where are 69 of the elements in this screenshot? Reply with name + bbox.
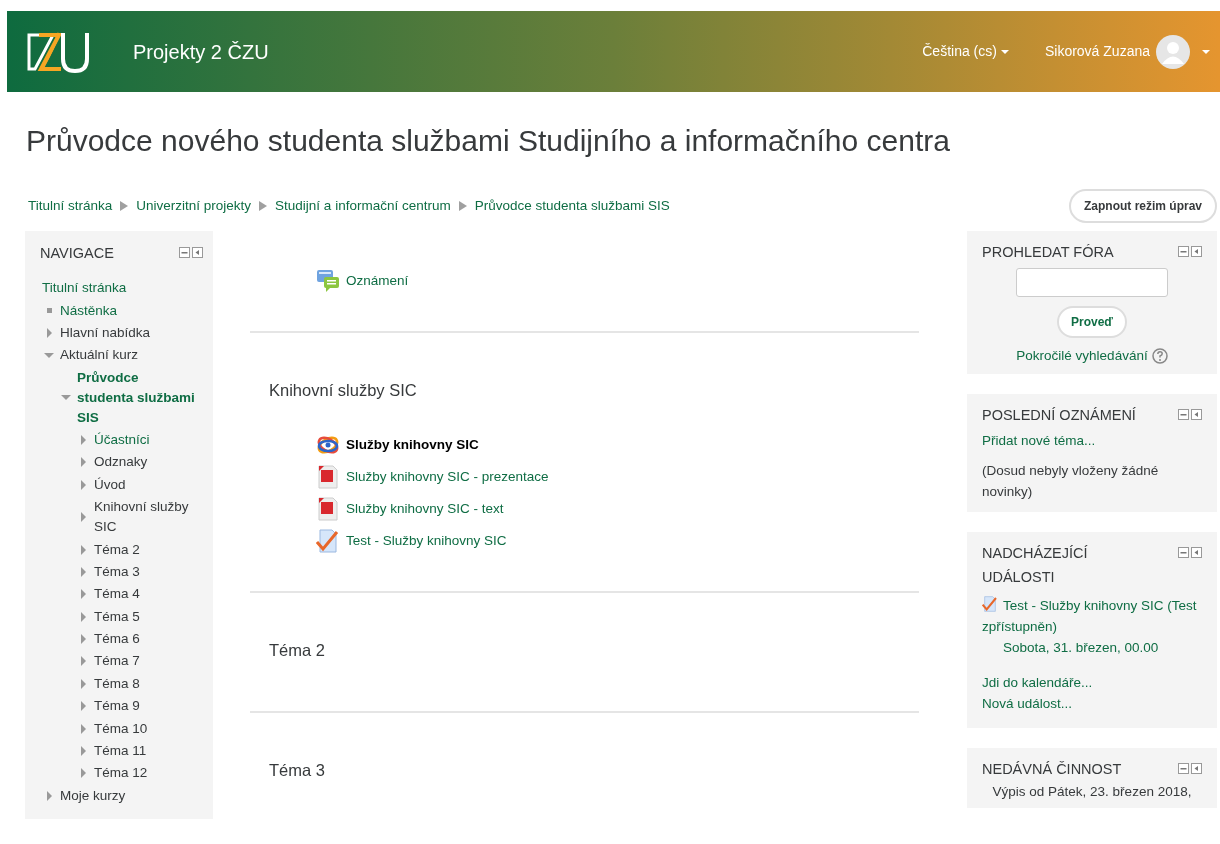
nav-item[interactable]: Téma 11 bbox=[94, 739, 147, 763]
block-title: NADCHÁZEJÍCÍ UDÁLOSTI bbox=[982, 543, 1089, 587]
block-title: POSLEDNÍ OZNÁMENÍ bbox=[982, 406, 1136, 426]
checkmark-document-icon bbox=[982, 595, 998, 612]
activity-link[interactable]: Služby knihovny SIC - text bbox=[346, 498, 504, 519]
breadcrumb-link[interactable]: Titulní stránka bbox=[28, 195, 113, 217]
nav-item[interactable]: Téma 2 bbox=[94, 538, 140, 561]
section-title: Téma 2 bbox=[269, 639, 326, 661]
nav-item[interactable]: Téma 9 bbox=[94, 695, 140, 718]
nav-item[interactable]: Moje kurzy bbox=[60, 784, 126, 807]
pdf-file-icon bbox=[316, 496, 340, 521]
separator-icon bbox=[259, 201, 268, 211]
block-title: PROHLEDAT FÓRA bbox=[982, 243, 1114, 262]
activity-link[interactable]: Služby knihovny SIC bbox=[346, 434, 479, 455]
nav-item[interactable]: Téma 8 bbox=[94, 672, 140, 695]
chat-bubbles-icon bbox=[316, 269, 340, 293]
calendar-link[interactable]: Jdi do kalendáře... bbox=[982, 671, 1202, 693]
activity-since-text: Výpis od Pátek, 23. březen 2018, bbox=[991, 782, 1193, 800]
breadcrumb-link[interactable]: Studijní a informační centrum bbox=[275, 195, 451, 217]
section-title: Téma 3 bbox=[269, 759, 326, 781]
site-name[interactable]: Projekty 2 ČZU bbox=[133, 36, 269, 67]
event-date: Sobota, 31. březen, 00.00 bbox=[1003, 638, 1160, 657]
nav-item[interactable]: Hlavní nabídka bbox=[60, 321, 151, 345]
nav-item[interactable]: Téma 10 bbox=[94, 717, 148, 740]
nav-item[interactable]: Odznaky bbox=[94, 451, 148, 474]
separator-icon bbox=[120, 201, 129, 211]
activity-link[interactable]: Oznámení bbox=[346, 270, 409, 292]
block-controls-icon bbox=[1178, 762, 1202, 774]
calendar-link[interactable]: Nová událost... bbox=[982, 692, 1202, 714]
block-controls-icon bbox=[1178, 246, 1202, 257]
block-title: NEDÁVNÁ ČINNOST bbox=[982, 759, 1122, 779]
block-controls-icon bbox=[1178, 409, 1202, 421]
checkmark-document-icon bbox=[316, 528, 340, 553]
activity-link[interactable]: Test - Služby knihovny SIC bbox=[346, 530, 507, 551]
nav-item[interactable]: Téma 6 bbox=[94, 627, 140, 651]
separator-icon bbox=[458, 201, 467, 211]
add-topic-link[interactable]: Přidat nové téma... bbox=[982, 431, 1202, 452]
nav-item[interactable]: Účastníci bbox=[94, 428, 150, 452]
edit-mode-button[interactable]: Zapnout režim úprav bbox=[1069, 189, 1217, 223]
block-controls-icon bbox=[1178, 546, 1202, 558]
page-title: Průvodce nového studenta službami Studijního a informačního centra bbox=[26, 123, 951, 159]
event-link[interactable]: Test - Služby knihovny SIC (Test zpřístupněn) bbox=[982, 594, 1202, 637]
pdf-file-icon bbox=[316, 464, 340, 489]
nav-item[interactable]: Téma 5 bbox=[94, 605, 140, 628]
nav-item[interactable]: Průvodce studenta službami SIS bbox=[77, 366, 195, 429]
caret-icon bbox=[1000, 49, 1009, 54]
breadcrumb-link[interactable]: Průvodce studenta službami SIS bbox=[474, 195, 670, 217]
bullet-icon bbox=[45, 307, 53, 315]
go-button[interactable]: Proveď bbox=[1057, 306, 1127, 338]
section-title: Knihovní služby SIC bbox=[269, 380, 418, 401]
search-field[interactable] bbox=[1016, 268, 1168, 297]
nav-item[interactable]: Úvod bbox=[94, 473, 126, 496]
block-controls-icon bbox=[179, 247, 203, 258]
nav-item[interactable]: Nástěnka bbox=[60, 299, 118, 322]
caret-icon bbox=[1202, 49, 1210, 54]
avatar-icon bbox=[1156, 34, 1190, 69]
nav-item[interactable]: Titulní stránka bbox=[42, 277, 127, 300]
nav-item[interactable]: Knihovní služby SIC bbox=[94, 496, 203, 539]
nav-item[interactable]: Téma 3 bbox=[94, 560, 140, 584]
nav-item[interactable]: Téma 7 bbox=[94, 650, 140, 673]
nav-item[interactable]: Téma 12 bbox=[94, 762, 148, 785]
activity-link[interactable]: Služby knihovny SIC - prezentace bbox=[346, 466, 549, 487]
help-icon bbox=[1151, 348, 1168, 365]
block-title: NAVIGACE bbox=[40, 244, 114, 263]
nav-item[interactable]: Aktuální kurz bbox=[60, 344, 139, 367]
nav-item[interactable]: Téma 4 bbox=[94, 583, 140, 606]
empty-news-text: (Dosud nebyly vloženy žádné novinky) bbox=[982, 461, 1160, 501]
advanced-search-link[interactable]: Pokročilé vyhledávání bbox=[1016, 346, 1148, 367]
breadcrumb-link[interactable]: Univerzitní projekty bbox=[136, 195, 252, 217]
